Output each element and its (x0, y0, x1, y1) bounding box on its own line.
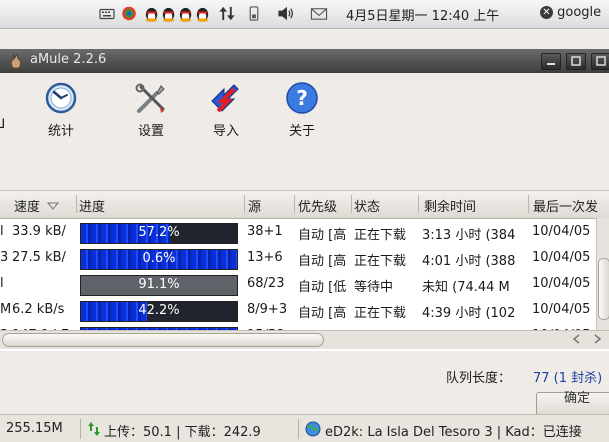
row-speed: 33.9 kB/ (12, 224, 66, 239)
maximize-icon (571, 56, 581, 66)
row-remaining-time: 未知 (74.44 M (422, 280, 510, 295)
toolbar-label: 设置 (137, 124, 164, 139)
truncated-toolbar-item: ⅃ (0, 117, 6, 132)
table-row[interactable]: l 68/23 自动 [低 等待中 未知 (74.44 M 10/04/05 91.1% (0, 272, 609, 298)
vertical-scrollbar-thumb[interactable] (598, 258, 609, 320)
tools-wrench-icon (135, 83, 165, 113)
horizontal-scrollbar[interactable] (0, 330, 609, 349)
search-text: google (557, 5, 602, 20)
minimize-icon (547, 63, 555, 65)
column-header-progress[interactable]: 进度 (79, 196, 105, 215)
network-arrows-icon[interactable] (218, 5, 236, 22)
window-title: aMule 2.2.6 (30, 52, 107, 67)
table-row[interactable]: M 6.2 kB/s 8/9+3 自动 [高 正在下载 4:39 小时 (102 10/04… (0, 298, 609, 324)
progress-percent: 91.1% (138, 277, 180, 292)
row-sources: 38+1 (247, 224, 283, 239)
toolbar-label: 统计 (47, 124, 74, 139)
qq-penguin-icons[interactable] (142, 5, 214, 22)
window-titlebar[interactable]: aMule 2.2.6 (0, 49, 609, 73)
row-sources: 68/23 (247, 276, 285, 291)
network-globe-icon (305, 421, 321, 437)
column-header-last-complete[interactable]: 最后一次发 (533, 196, 598, 215)
row-status: 等待中 (354, 280, 394, 295)
column-header-status[interactable]: 状态 (354, 196, 380, 215)
progress-percent: 57.2% (138, 225, 180, 240)
svg-text:?: ? (296, 86, 308, 110)
keyboard-icon[interactable] (99, 5, 115, 22)
table-row[interactable]: l 33.9 kB/38+1 自动 [高 正在下载 3:13 小时 (384 10/04/… (0, 220, 609, 246)
toolbar: ⅃ 统计 设置 导入 ? 关于 (0, 73, 609, 189)
row-status: 正在下载 (354, 228, 407, 243)
app-logo-icon[interactable] (119, 5, 139, 22)
queue-length-value: 77 (1 封杀) (533, 371, 603, 386)
vertical-scrollbar[interactable] (596, 218, 609, 330)
row-sources: 13+6 (247, 250, 283, 265)
settings-button[interactable]: 设置 (116, 81, 186, 139)
row-progress-bar: 42.2% (80, 301, 238, 322)
row-remaining-time: 4:01 小时 (388 (422, 254, 516, 269)
statistics-clock-icon (45, 82, 77, 114)
row-priority: 自动 [低 (298, 280, 347, 295)
import-button[interactable]: 导入 (191, 81, 261, 139)
status-server: eD2k: La Isla Del Tesoro 3 | Kad：已连接 (325, 425, 582, 440)
column-header-sources[interactable]: 源 (248, 196, 261, 215)
close-window-icon (596, 56, 606, 66)
help-question-icon: ? (286, 82, 318, 114)
row-filename-fragment: l (0, 224, 4, 239)
column-header-speed[interactable]: 速度 (14, 196, 60, 215)
clock[interactable]: 4月5日星期一 12:40 上午 (346, 5, 499, 24)
mail-icon[interactable] (310, 5, 328, 22)
about-button[interactable]: ? 关于 (267, 81, 337, 139)
volume-icon[interactable] (276, 5, 296, 22)
search-applet[interactable]: ✕ google (540, 5, 601, 20)
column-header-remaining[interactable]: 剩余时间 (424, 196, 476, 215)
progress-percent: 0.6% (142, 251, 176, 266)
row-status: 正在下载 (354, 254, 407, 269)
statistics-button[interactable]: 统计 (26, 81, 96, 139)
status-total: 255.15M (6, 421, 63, 436)
progress-percent: 42.2% (138, 303, 180, 318)
queue-length-label: 队列长度： (446, 371, 512, 386)
row-progress-bar: 0.6% (80, 249, 238, 270)
scroll-right-icon[interactable] (592, 334, 602, 344)
toolbar-label: 关于 (288, 124, 315, 139)
toolbar-label: 导入 (212, 124, 239, 139)
scroll-left-icon[interactable] (572, 334, 582, 344)
status-bar: 255.15M 上传：50.1 | 下载：242.9 eD2k: La Isla… (0, 414, 609, 442)
top-panel: 4月5日星期一 12:40 上午 ✕ google (0, 0, 609, 29)
close-button[interactable] (591, 53, 609, 70)
list-header: 速度 进度 源 优先级 状态 剩余时间 最后一次发 (0, 191, 609, 219)
table-row[interactable]: 3 27.5 kB/13+6 自动 [高 正在下载 4:01 小时 (388 10/04/… (0, 246, 609, 272)
row-priority: 自动 [高 (298, 306, 347, 321)
row-speed: 27.5 kB/ (12, 250, 66, 265)
row-speed: 6.2 kB/s (12, 302, 65, 317)
row-remaining-time: 4:39 小时 (102 (422, 306, 516, 321)
battery-icon[interactable] (248, 5, 260, 22)
import-arrows-icon (211, 84, 239, 113)
row-priority: 自动 [高 (298, 228, 347, 243)
column-header-priority[interactable]: 优先级 (298, 196, 337, 215)
row-filename-fragment: l (0, 276, 4, 291)
sort-descending-icon (47, 202, 60, 210)
minimize-button[interactable] (541, 53, 561, 70)
row-progress-bar: 91.1% (80, 275, 238, 296)
row-status: 正在下载 (354, 306, 407, 321)
row-filename-fragment: M (0, 302, 10, 317)
row-filename-fragment: 3 (0, 250, 9, 265)
transfer-arrows-icon (88, 422, 100, 436)
close-icon[interactable]: ✕ (540, 6, 553, 19)
horizontal-scrollbar-thumb[interactable] (2, 333, 324, 347)
maximize-button[interactable] (566, 53, 586, 70)
row-progress-bar: 57.2% (80, 223, 238, 244)
status-transfer-rates: 上传：50.1 | 下载：242.9 (104, 425, 261, 440)
amule-mule-icon (10, 53, 22, 69)
row-priority: 自动 [高 (298, 254, 347, 269)
row-remaining-time: 3:13 小时 (384 (422, 228, 516, 243)
row-sources: 8/9+3 (247, 302, 288, 317)
download-list[interactable]: 速度 进度 源 优先级 状态 剩余时间 最后一次发 l 33.9 kB/38+1 自… (0, 190, 609, 351)
